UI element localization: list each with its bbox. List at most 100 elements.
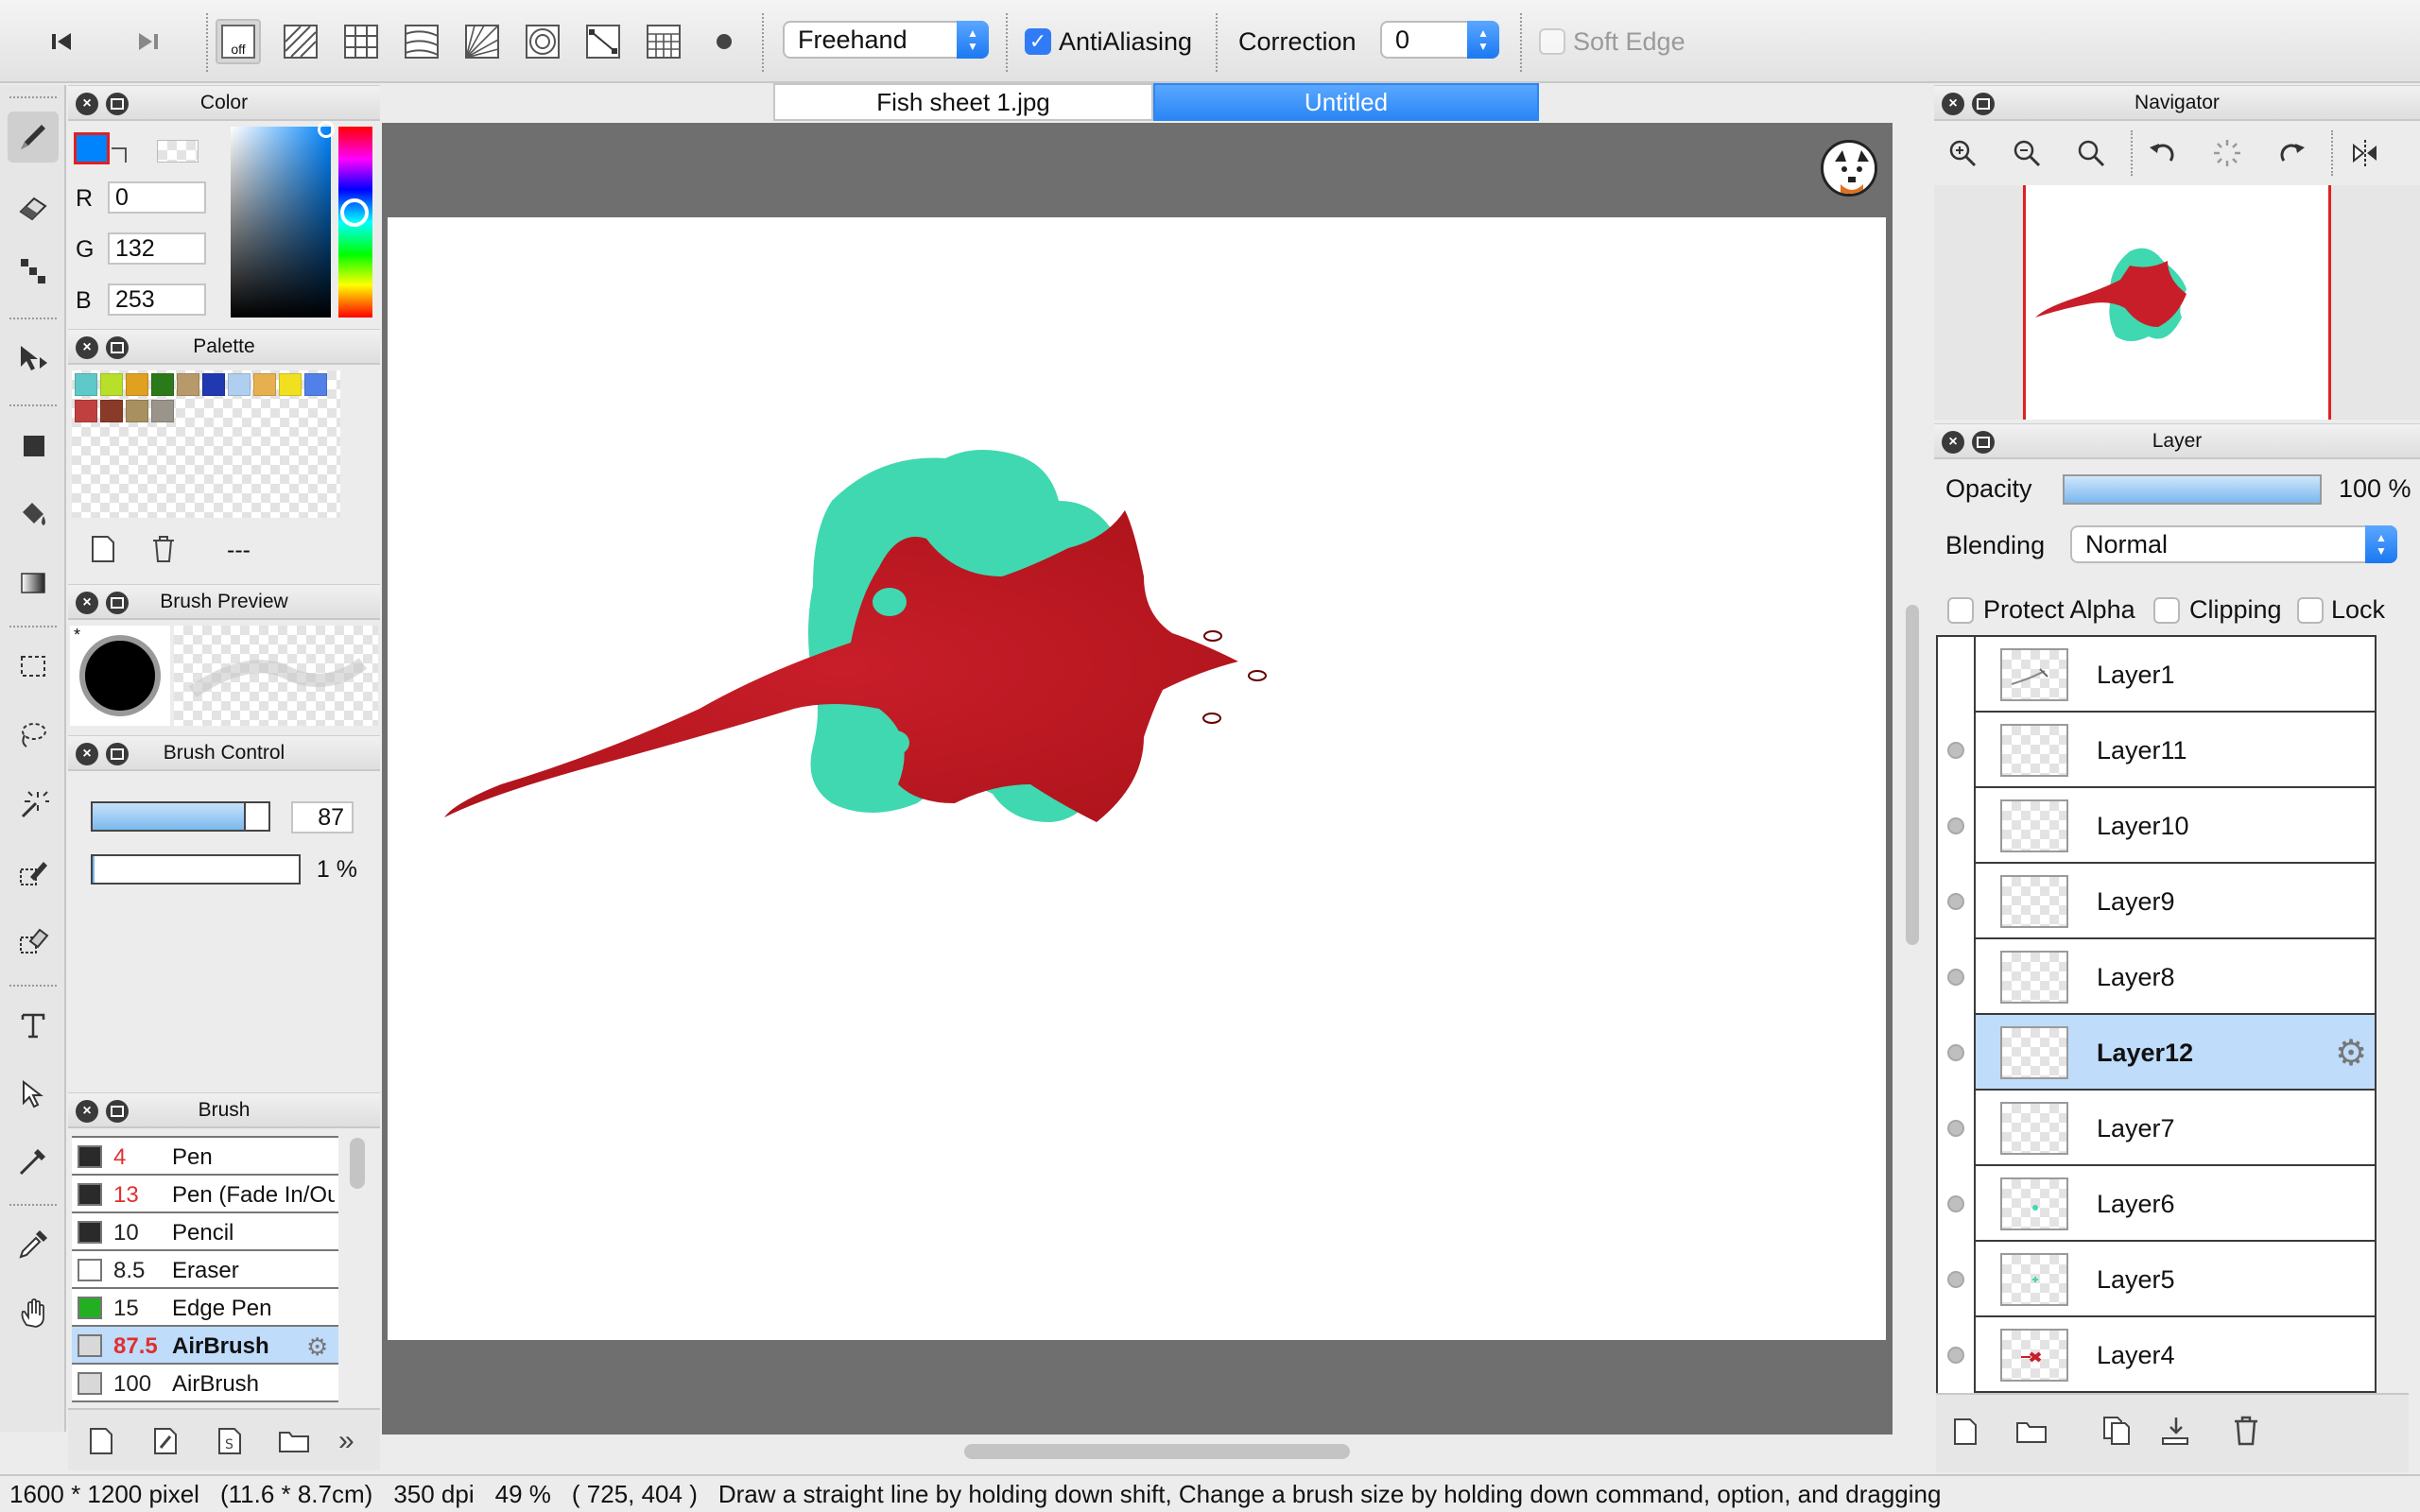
swap-colors-icon[interactable] [112, 147, 127, 163]
brush-item[interactable]: 13 Pen (Fade In/Out) [72, 1176, 338, 1213]
merge-down-icon[interactable] [2159, 1416, 2191, 1446]
rotate-left-icon[interactable] [2148, 138, 2178, 168]
layer-row[interactable]: Layer5 [1938, 1242, 2375, 1317]
float-window-icon[interactable] [106, 743, 129, 765]
layer-visibility-toggle[interactable] [1938, 637, 1976, 713]
transparent-color-swatch[interactable] [157, 140, 199, 163]
palette-swatch[interactable] [279, 373, 302, 396]
document-canvas[interactable] [388, 217, 1886, 1340]
layer-visibility-toggle[interactable] [1938, 1015, 1976, 1091]
palette-swatch[interactable] [177, 373, 199, 396]
lock-checkbox[interactable] [2297, 597, 2324, 624]
protect-alpha-checkbox[interactable] [1947, 597, 1974, 624]
folder-icon[interactable] [278, 1429, 310, 1453]
layer-visibility-toggle[interactable] [1938, 1317, 1976, 1393]
move-tool-icon[interactable] [8, 333, 59, 384]
divide-tool-icon[interactable] [8, 1136, 59, 1187]
hue-slider-thumb[interactable] [340, 198, 369, 227]
new-palette-icon[interactable] [91, 535, 115, 563]
brush-size-field[interactable]: 87 [291, 801, 354, 833]
more-icon[interactable]: » [338, 1425, 354, 1457]
layer-row[interactable]: Layer11 [1938, 713, 2375, 788]
navigator-viewport-frame[interactable] [2023, 185, 2331, 420]
gear-icon[interactable]: ⚙ [306, 1332, 328, 1362]
duplicate-layer-icon[interactable] [2102, 1416, 2133, 1446]
magic-wand-tool-icon[interactable] [8, 779, 59, 830]
layer-row[interactable]: Layer7 [1938, 1091, 2375, 1166]
layer-row[interactable]: Layer10 [1938, 788, 2375, 864]
float-window-icon[interactable] [106, 93, 129, 115]
eyedropper-tool-icon[interactable] [8, 1219, 59, 1270]
palette-swatch[interactable] [202, 373, 225, 396]
close-icon[interactable]: × [76, 1100, 98, 1123]
close-icon[interactable]: × [76, 93, 98, 115]
bucket-tool-icon[interactable] [8, 490, 59, 541]
brush-item[interactable]: 4 Pen [72, 1138, 338, 1176]
soft-edge-checkbox[interactable] [1539, 28, 1565, 55]
brush-item[interactable]: 10 Pencil [72, 1213, 338, 1251]
close-icon[interactable]: × [1942, 431, 1964, 454]
float-window-icon[interactable] [1972, 93, 1995, 115]
duplicate-brush-icon[interactable] [153, 1427, 178, 1455]
layer-visibility-toggle[interactable] [1938, 939, 1976, 1015]
trash-icon[interactable] [2233, 1416, 2259, 1446]
palette-swatch[interactable] [126, 373, 148, 396]
layer-row[interactable]: Layer6 [1938, 1166, 2375, 1242]
layer-row[interactable]: Layer1 [1938, 637, 2375, 713]
layer-visibility-toggle[interactable] [1938, 713, 1976, 788]
hand-tool-icon[interactable] [8, 1287, 59, 1338]
zoom-in-icon[interactable] [1947, 138, 1978, 168]
clipping-checkbox[interactable] [2153, 597, 2180, 624]
eraser-tool-icon[interactable] [8, 181, 59, 232]
new-layer-icon[interactable] [1953, 1418, 1978, 1446]
opacity-slider[interactable] [2063, 474, 2322, 505]
canvas-vertical-scrollbar[interactable] [1906, 605, 1919, 945]
line-ruler-icon[interactable] [580, 19, 626, 64]
text-tool-icon[interactable] [8, 1000, 59, 1051]
layer-row[interactable]: Layer4 [1938, 1317, 2375, 1393]
b-value-field[interactable]: 253 [108, 284, 206, 316]
brush-item[interactable]: 8.5 Eraser [72, 1251, 338, 1289]
layer-row[interactable]: Layer12 ⚙ [1938, 1015, 2375, 1091]
palette-swatch[interactable] [151, 373, 174, 396]
tab-untitled[interactable]: Untitled [1153, 83, 1539, 121]
grid-ruler-icon[interactable] [338, 19, 384, 64]
saturation-value-picker[interactable] [231, 121, 335, 318]
gradient-tool-icon[interactable] [8, 558, 59, 609]
brush-item[interactable]: 87.5 AirBrush ⚙ [72, 1327, 338, 1365]
ruler-off-button[interactable]: off [216, 19, 261, 64]
palette-swatch[interactable] [151, 400, 174, 422]
brush-tool-icon[interactable] [8, 112, 59, 163]
close-icon[interactable]: × [76, 336, 98, 359]
layer-row[interactable]: Layer9 [1938, 864, 2375, 939]
step-back-icon[interactable] [40, 19, 85, 64]
dot-icon[interactable] [701, 19, 747, 64]
rotate-right-icon[interactable] [2276, 138, 2307, 168]
r-value-field[interactable]: 0 [108, 181, 206, 214]
color-picker-cursor[interactable] [318, 121, 335, 138]
rotate-reset-icon[interactable] [2212, 138, 2242, 168]
palette-swatch[interactable] [100, 400, 123, 422]
fill-rect-tool-icon[interactable] [8, 420, 59, 471]
perspective-grid-icon[interactable] [641, 19, 686, 64]
layer-visibility-toggle[interactable] [1938, 1091, 1976, 1166]
canvas-horizontal-scrollbar[interactable] [964, 1444, 1350, 1459]
brush-item[interactable]: 15 Edge Pen [72, 1289, 338, 1327]
primary-color-swatch[interactable] [74, 132, 110, 164]
float-window-icon[interactable] [1972, 431, 1995, 454]
close-icon[interactable]: × [76, 743, 98, 765]
step-forward-icon[interactable] [125, 19, 170, 64]
correction-select[interactable]: 0 ▲ ▼ [1380, 21, 1499, 59]
flip-horizontal-icon[interactable] [2350, 138, 2380, 168]
script-brush-icon[interactable]: S [217, 1427, 242, 1455]
parallel-ruler-icon[interactable] [278, 19, 323, 64]
g-value-field[interactable]: 132 [108, 232, 206, 265]
tab-fish-sheet[interactable]: Fish sheet 1.jpg [773, 83, 1153, 121]
curve-ruler-icon[interactable] [399, 19, 444, 64]
blending-select[interactable]: Normal ▲ ▼ [2070, 525, 2397, 563]
brush-item[interactable]: 100 AirBrush [72, 1365, 338, 1402]
layer-visibility-toggle[interactable] [1938, 788, 1976, 864]
stroke-mode-select[interactable]: Freehand ▲ ▼ [783, 21, 989, 59]
brush-list-scrollbar[interactable] [350, 1138, 365, 1189]
layer-row[interactable]: Layer8 [1938, 939, 2375, 1015]
